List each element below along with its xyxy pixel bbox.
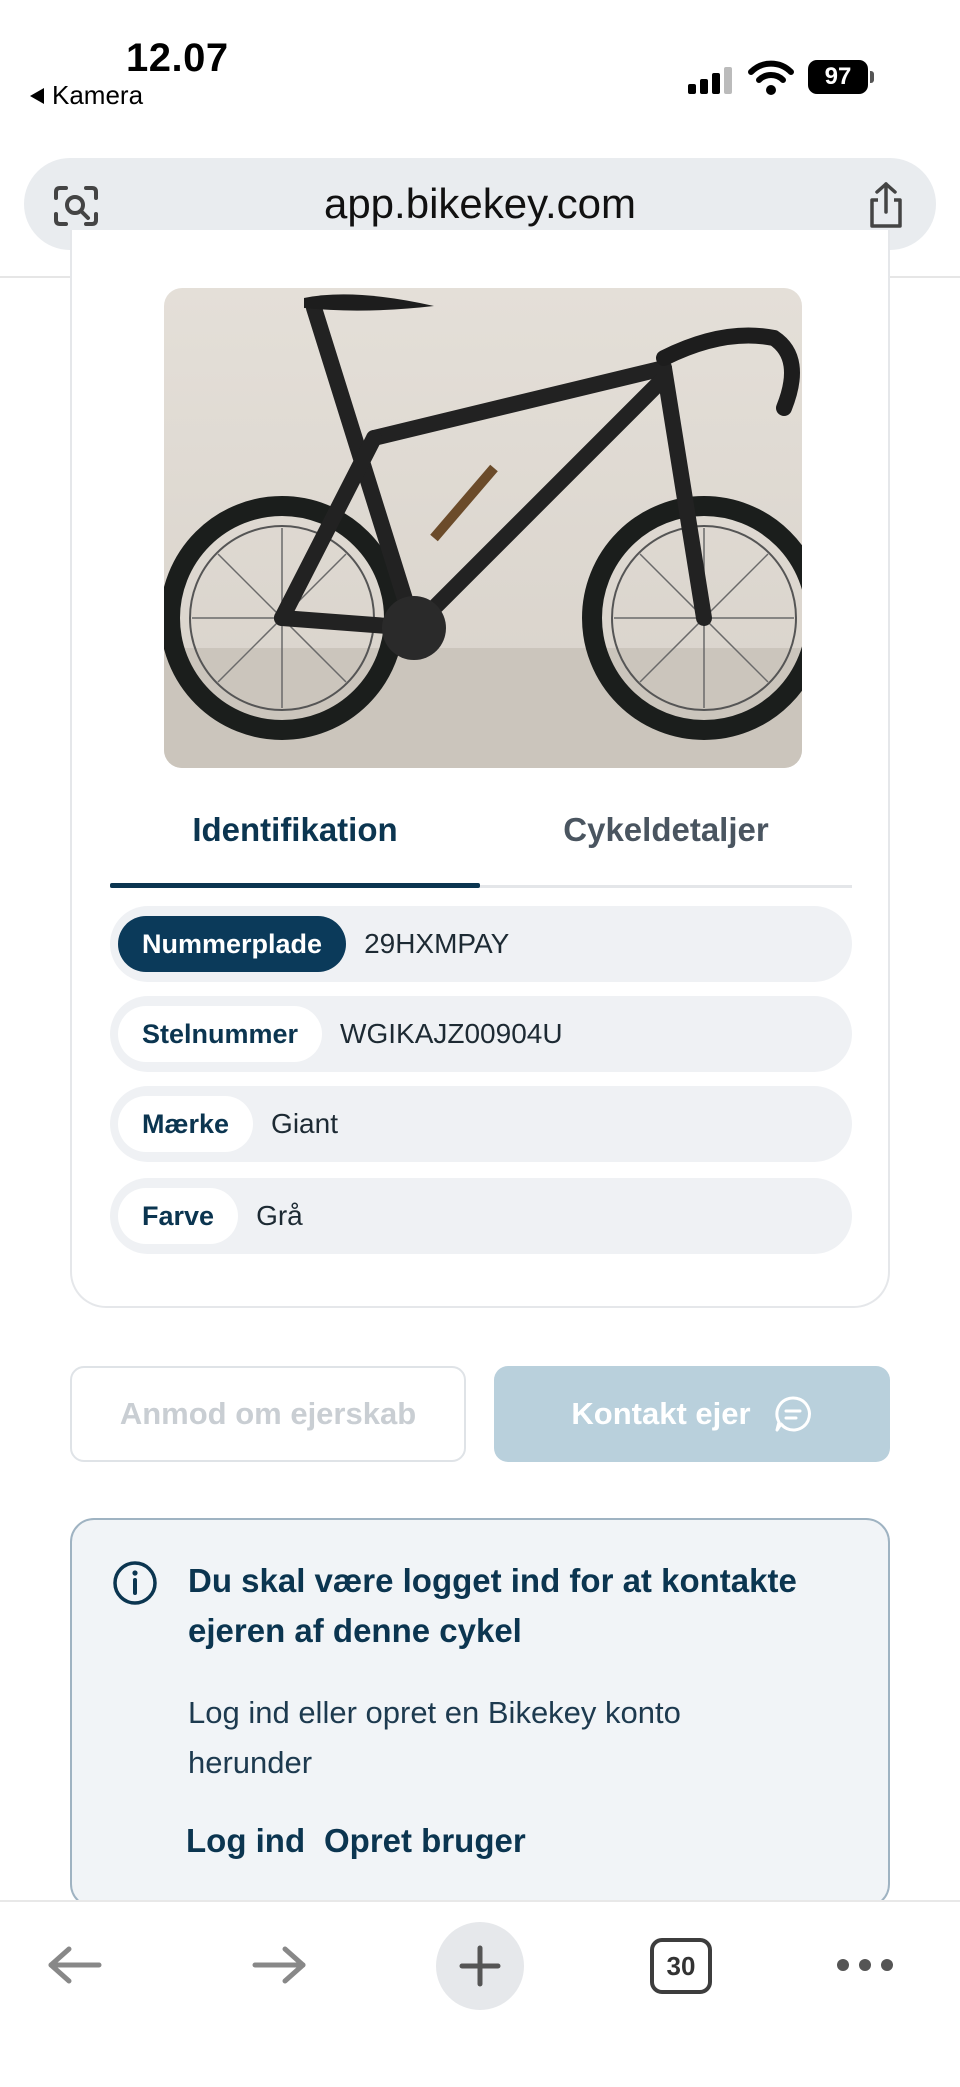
more-dot-icon xyxy=(881,1959,893,1971)
active-tab-indicator xyxy=(110,883,480,888)
forward-button[interactable] xyxy=(244,1920,314,2010)
back-app-label: Kamera xyxy=(52,80,144,110)
field-row-nummerplade: Nummerplade 29HXMPAY xyxy=(110,906,852,982)
arrow-left-icon xyxy=(48,1946,102,1984)
back-button[interactable] xyxy=(40,1920,110,2010)
battery-level: 97 xyxy=(808,60,868,94)
field-label-stelnummer: Stelnummer xyxy=(118,1006,323,1062)
battery-indicator: 97 xyxy=(808,60,874,94)
bike-photo xyxy=(164,288,802,768)
status-bar: 12.07 Kamera 97 xyxy=(0,0,960,150)
notice-text: Log ind eller opret en Bikekey konto her… xyxy=(188,1695,681,1780)
page: 12.07 Kamera 97 app.bikekey.com Identifi… xyxy=(0,0,960,2087)
more-dot-icon xyxy=(837,1959,849,1971)
back-to-app-link[interactable]: Kamera xyxy=(30,80,143,111)
field-value-stelnummer: WGIKAJZ00904U xyxy=(340,1018,563,1049)
field-row-farve: Farve Grå xyxy=(110,1178,852,1254)
notice-title: Du skal være logget ind for at kontakte … xyxy=(188,1562,797,1649)
chat-icon xyxy=(774,1396,811,1432)
field-label-farve: Farve xyxy=(118,1188,239,1244)
tab-switcher-button[interactable]: 30 xyxy=(650,1938,712,1994)
contact-owner-label: Kontakt ejer xyxy=(571,1396,751,1431)
back-triangle-icon xyxy=(30,87,44,104)
more-menu-button[interactable] xyxy=(830,1920,900,2010)
contact-owner-button[interactable]: Kontakt ejer xyxy=(494,1366,890,1462)
info-icon xyxy=(113,1561,157,1605)
login-link[interactable]: Log ind xyxy=(186,1822,305,1860)
field-value-nummerplade: 29HXMPAY xyxy=(364,928,510,959)
wifi-icon xyxy=(748,60,794,95)
new-tab-button[interactable] xyxy=(436,1922,524,2010)
tab-cykeldetaljer[interactable]: Cykeldetaljer xyxy=(480,780,852,888)
browser-toolbar: 30 xyxy=(0,1900,960,2087)
field-row-stelnummer: Stelnummer WGIKAJZ00904U xyxy=(110,996,852,1072)
plus-icon xyxy=(459,1945,501,1987)
battery-tip xyxy=(870,71,874,83)
signup-link[interactable]: Opret bruger xyxy=(324,1822,526,1860)
share-icon[interactable] xyxy=(862,180,910,230)
detail-tabs: Identifikation Cykeldetaljer xyxy=(110,780,852,888)
arrow-right-icon xyxy=(252,1946,306,1984)
request-ownership-button[interactable]: Anmod om ejerskab xyxy=(70,1366,466,1462)
field-label-maerke: Mærke xyxy=(118,1096,254,1152)
field-label-nummerplade: Nummerplade xyxy=(118,916,347,972)
field-row-maerke: Mærke Giant xyxy=(110,1086,852,1162)
field-value-maerke: Giant xyxy=(271,1108,338,1139)
tab-identifikation[interactable]: Identifikation xyxy=(110,780,480,888)
field-value-farve: Grå xyxy=(256,1200,303,1231)
more-dot-icon xyxy=(859,1959,871,1971)
cellular-signal-icon xyxy=(688,66,734,94)
status-time: 12.07 xyxy=(126,36,229,80)
